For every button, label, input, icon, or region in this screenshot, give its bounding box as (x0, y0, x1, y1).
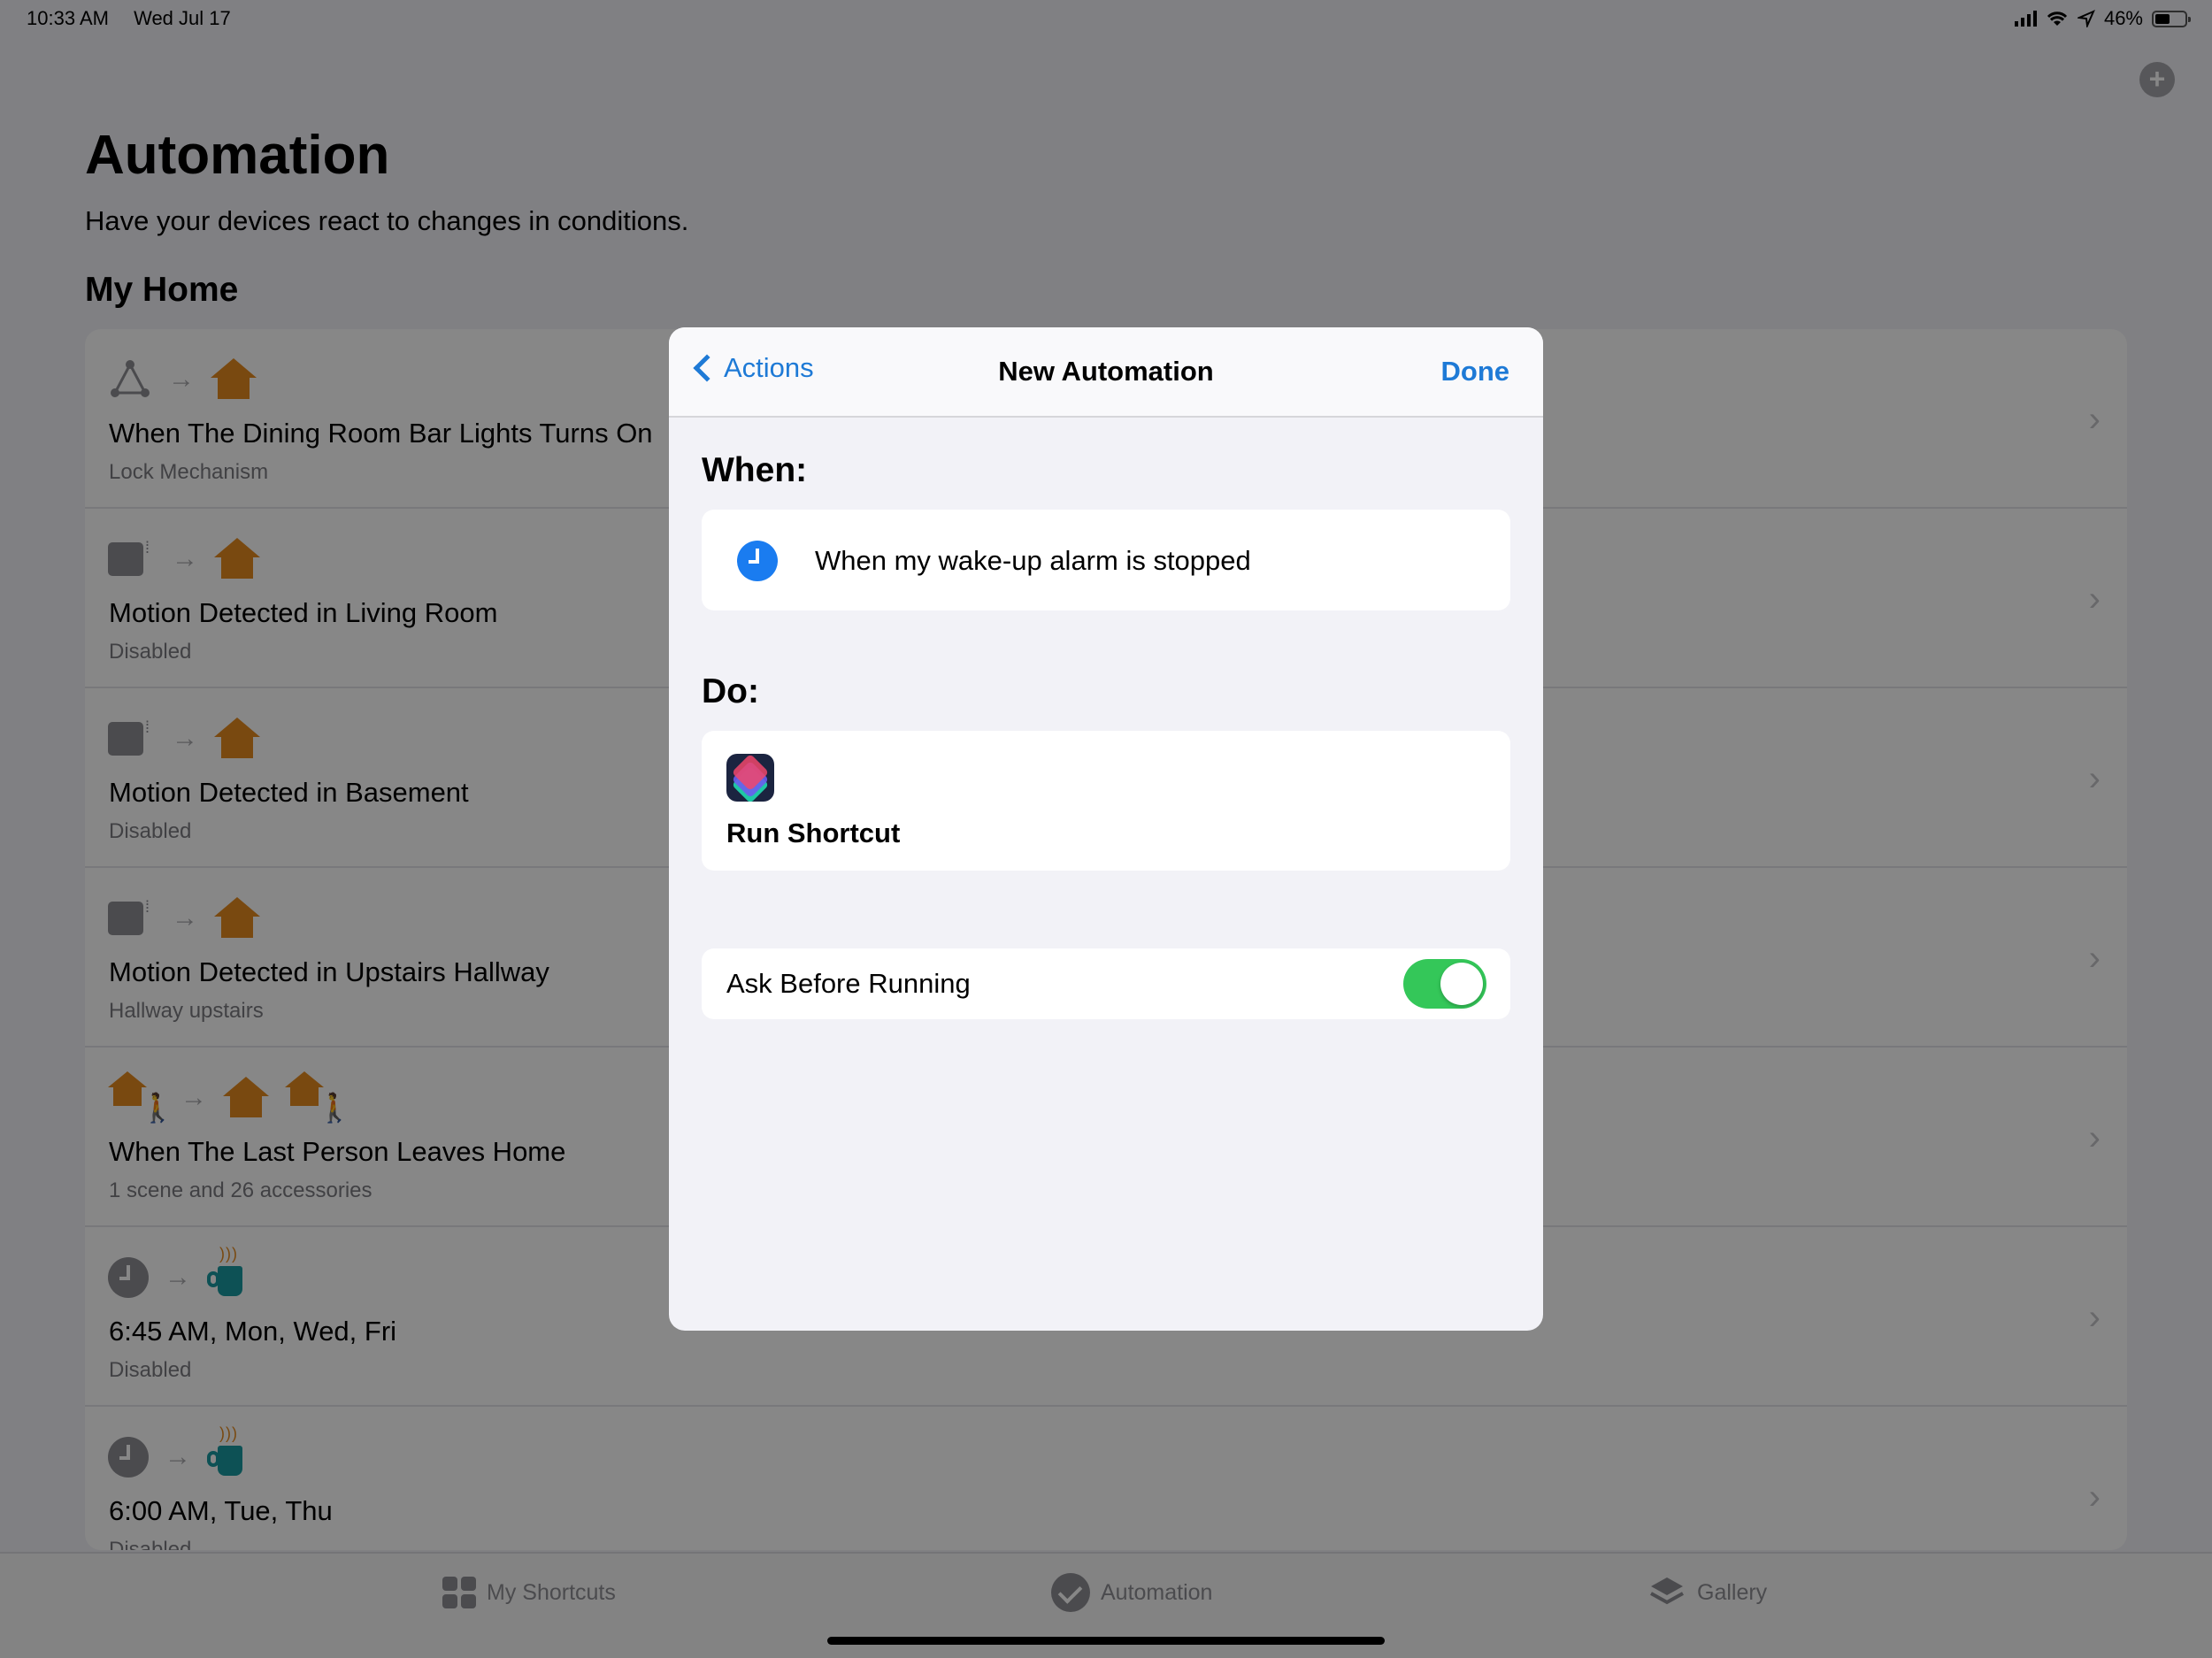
action-text: Run Shortcut (726, 817, 901, 848)
ask-before-running-label: Ask Before Running (726, 968, 971, 999)
action-card[interactable]: Run Shortcut (702, 731, 1510, 871)
sheet-header: Actions New Automation Done (669, 327, 1543, 418)
ask-before-running-row: Ask Before Running (702, 948, 1510, 1019)
ask-before-running-toggle[interactable] (1403, 959, 1486, 1009)
trigger-text: When my wake-up alarm is stopped (815, 545, 1251, 576)
shortcuts-app-icon (726, 754, 774, 802)
trigger-card[interactable]: When my wake-up alarm is stopped (702, 510, 1510, 610)
alarm-clock-icon (737, 541, 778, 581)
sheet-title: New Automation (998, 356, 1214, 387)
toggle-knob (1440, 963, 1483, 1005)
do-label: Do: (702, 672, 759, 710)
done-button[interactable]: Done (1441, 356, 1510, 388)
new-automation-sheet: Actions New Automation Done When: When m… (669, 327, 1543, 1331)
when-label: When: (702, 451, 808, 489)
